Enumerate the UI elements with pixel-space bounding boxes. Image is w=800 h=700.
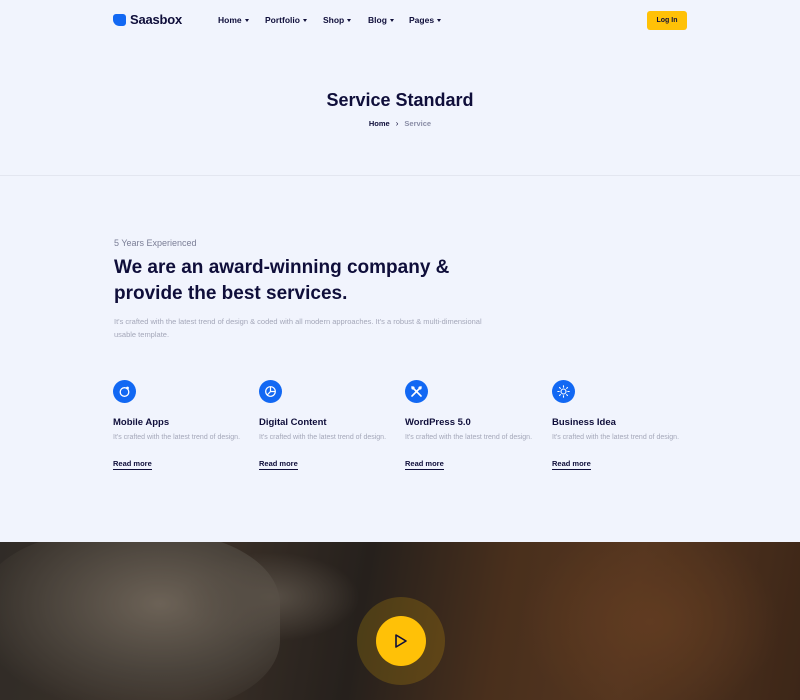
nav-item-blog[interactable]: Blog	[368, 15, 394, 25]
site-header: Saasbox Home Portfolio Shop Blog Pages L…	[0, 0, 800, 40]
feature-title: Business Idea	[552, 417, 616, 428]
login-button[interactable]: Log In	[647, 11, 687, 30]
breadcrumb-current: Service	[404, 119, 432, 128]
read-more-link[interactable]: Read more	[552, 459, 591, 470]
section-eyebrow: 5 Years Experienced	[114, 238, 197, 248]
nav-item-label: Shop	[323, 15, 345, 25]
section-divider	[0, 175, 800, 176]
logo-text: Saasbox	[130, 12, 183, 27]
caret-down-icon	[437, 18, 442, 22]
caret-down-icon	[389, 18, 394, 22]
logo[interactable]: Saasbox	[113, 12, 182, 27]
nav-item-label: Portfolio	[265, 15, 300, 25]
lightbulb-icon	[552, 380, 575, 403]
section-headline: We are an award-winning company & provid…	[114, 257, 450, 304]
breadcrumb-separator: ›	[395, 119, 399, 128]
play-video-button[interactable]	[357, 597, 445, 685]
feature-card-business-idea: Business Idea It's crafted with the late…	[552, 380, 687, 471]
feature-description: It's crafted with the latest trend of de…	[259, 434, 387, 441]
nav-item-pages[interactable]: Pages	[409, 15, 442, 25]
breadcrumb-home-link[interactable]: Home	[369, 119, 390, 128]
caret-down-icon	[244, 18, 249, 22]
read-more-link[interactable]: Read more	[113, 459, 152, 470]
nav-item-label: Home	[218, 15, 242, 25]
pie-chart-icon	[259, 380, 282, 403]
feature-card-digital-content: Digital Content It's crafted with the la…	[259, 380, 394, 471]
nav-item-label: Blog	[368, 15, 387, 25]
nav-item-shop[interactable]: Shop	[323, 15, 353, 25]
feature-title: Digital Content	[259, 417, 327, 428]
caret-down-icon	[302, 18, 307, 22]
feature-card-wordpress: WordPress 5.0 It's crafted with the late…	[405, 380, 540, 471]
page-title: Service Standard	[326, 90, 474, 110]
nav-item-portfolio[interactable]: Portfolio	[265, 15, 308, 25]
feature-description: It's crafted with the latest trend of de…	[405, 434, 533, 441]
section-lead: It's crafted with the latest trend of de…	[114, 317, 482, 339]
read-more-link[interactable]: Read more	[259, 459, 298, 470]
feature-title: WordPress 5.0	[405, 417, 471, 428]
main-nav: Home Portfolio Shop Blog Pages	[218, 15, 456, 25]
feature-card-mobile-apps: Mobile Apps It's crafted with the latest…	[113, 380, 248, 471]
feature-description: It's crafted with the latest trend of de…	[113, 434, 241, 441]
play-icon	[376, 616, 426, 666]
logo-icon	[113, 13, 126, 26]
breadcrumb: Home › Service	[0, 119, 800, 128]
video-section	[0, 542, 800, 700]
feature-title: Mobile Apps	[113, 417, 170, 428]
tools-icon	[405, 380, 428, 403]
nav-item-label: Pages	[409, 15, 435, 25]
mobile-apps-icon	[113, 380, 136, 403]
feature-description: It's crafted with the latest trend of de…	[552, 434, 680, 441]
read-more-link[interactable]: Read more	[405, 459, 444, 470]
nav-item-home[interactable]: Home	[218, 15, 250, 25]
caret-down-icon	[347, 18, 352, 22]
